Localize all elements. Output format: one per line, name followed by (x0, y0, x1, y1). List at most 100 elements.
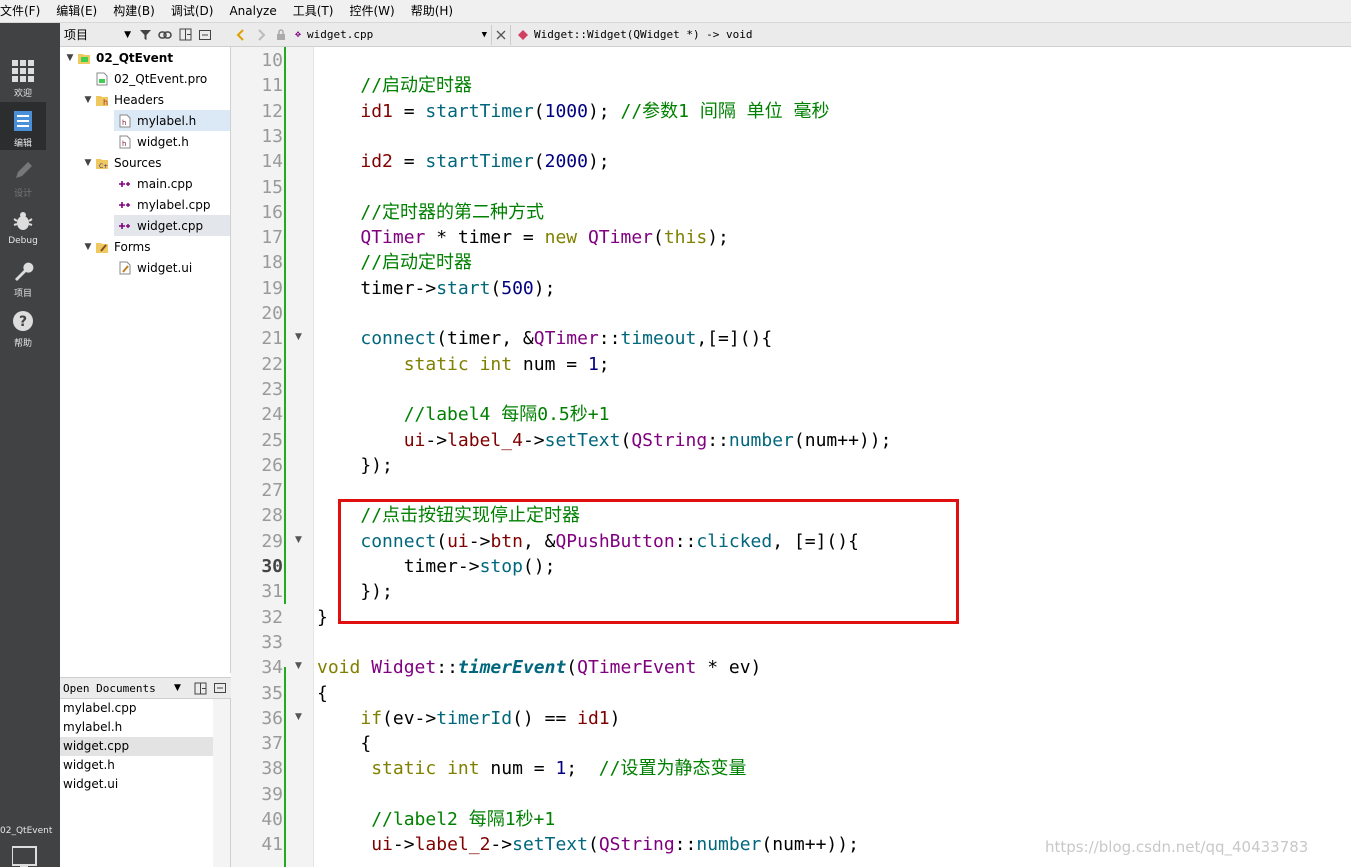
tree-item-mylabel-cpp[interactable]: mylabel.cpp (114, 194, 230, 215)
symbol-combo[interactable]: Widget::Widget(QWidget *) -> void (511, 28, 753, 41)
code-line[interactable]: //label2 每隔1秒+1 (317, 807, 555, 832)
open-document-item[interactable]: mylabel.h (60, 718, 213, 737)
tree-item-main-cpp[interactable]: main.cpp (114, 173, 230, 194)
code-line[interactable]: { (317, 731, 371, 756)
code-line[interactable]: //label4 每隔0.5秒+1 (317, 402, 610, 427)
code-line[interactable]: //启动定时器 (317, 250, 472, 275)
menu-item-2[interactable]: 构建(B) (105, 0, 163, 23)
fold-arrow-icon[interactable]: ▼ (295, 332, 302, 342)
menu-item-4[interactable]: Analyze (221, 0, 284, 23)
open-document-item[interactable]: widget.h (60, 756, 213, 775)
code-line[interactable]: static int num = 1; //设置为静态变量 (317, 756, 746, 781)
fold-arrow-icon[interactable]: ▼ (295, 661, 302, 671)
code-line[interactable]: //点击按钮实现停止定时器 (317, 503, 580, 528)
close-pane-icon[interactable] (195, 25, 215, 45)
split-icon[interactable] (190, 678, 210, 698)
code-token: //设置为静态变量 (598, 758, 747, 780)
menu-item-3[interactable]: 调试(D) (163, 0, 222, 23)
fold-arrow-icon[interactable]: ▼ (295, 535, 302, 545)
filter-icon[interactable] (135, 25, 155, 45)
editor-toolbar: ✥ widget.cpp ▼ Widget::Widget(QWidget *)… (231, 23, 1351, 47)
expand-arrow-icon[interactable]: ▼ (63, 53, 77, 63)
code-line[interactable]: ui->label_4->setText(QString::number(num… (317, 428, 892, 453)
code-line[interactable]: if(ev->timerId() == id1) (317, 706, 620, 731)
code-line[interactable]: ui->label_2->setText(QString::number(num… (317, 832, 859, 857)
code-line[interactable]: connect(timer, &QTimer::timeout,[=](){ (317, 326, 772, 351)
expand-arrow-icon[interactable]: ▼ (81, 95, 95, 105)
mode-projects-button[interactable]: 项目 (0, 252, 46, 300)
qt-project-icon (77, 51, 91, 65)
lock-icon[interactable] (271, 25, 291, 45)
code-token: startTimer (425, 151, 534, 173)
open-documents-scrollbar[interactable] (213, 699, 230, 867)
open-document-item[interactable]: widget.cpp (60, 737, 213, 756)
code-line[interactable]: timer->stop(); (317, 554, 556, 579)
menu-item-5[interactable]: 工具(T) (285, 0, 342, 23)
code-token: QPushButton (555, 530, 675, 552)
menu-item-0[interactable]: 文件(F) (0, 0, 48, 23)
expand-arrow-icon[interactable]: ▼ (81, 242, 95, 252)
code-line[interactable]: }); (317, 453, 393, 478)
tree-item-sources[interactable]: ▼ C+ Sources (60, 152, 230, 173)
line-number: 40 (261, 809, 283, 830)
link-icon[interactable] (155, 25, 175, 45)
open-document-item[interactable]: widget.ui (60, 775, 213, 794)
code-line[interactable]: static int num = 1; (317, 352, 610, 377)
code-line[interactable]: id1 = startTimer(1000); //参数1 间隔 单位 毫秒 (317, 99, 829, 124)
open-document-item[interactable]: mylabel.cpp (60, 699, 213, 718)
cpp-file-icon (118, 219, 132, 233)
split-icon[interactable] (175, 25, 195, 45)
code-token: setText (512, 834, 588, 856)
fold-arrow-icon[interactable]: ▼ (295, 712, 302, 722)
code-token: btn (490, 530, 523, 552)
tree-item-mylabel-h[interactable]: h mylabel.h (114, 110, 230, 131)
combo-down-arrow-icon: ▼ (124, 29, 131, 40)
code-line[interactable]: void Widget::timerEvent(QTimerEvent * ev… (317, 655, 761, 680)
menu-item-1[interactable]: 编辑(E) (48, 0, 105, 23)
kit-selector-label[interactable]: 02_QtEvent (0, 826, 60, 836)
tree-item-02-qtevent[interactable]: ▼ 02_QtEvent (60, 47, 230, 68)
expand-arrow-icon[interactable]: ▼ (81, 158, 95, 168)
code-editor[interactable]: //启动定时器 id1 = startTimer(1000); //参数1 间隔… (314, 47, 1351, 867)
back-arrow-icon[interactable] (231, 25, 251, 45)
code-line[interactable]: //定时器的第二种方式 (317, 200, 544, 225)
code-line[interactable]: }); (317, 579, 393, 604)
tree-item-forms[interactable]: ▼ Forms (60, 236, 230, 257)
code-line[interactable]: id2 = startTimer(2000); (317, 149, 609, 174)
code-line[interactable]: { (317, 681, 328, 706)
line-number-gutter[interactable]: 10 11 12 13 14 15 16 17 18 19 20 21 ▼ 22 23 24 25 26 27 28 2… (231, 47, 314, 867)
tree-item-label: mylabel.cpp (137, 197, 211, 212)
mode-design-button[interactable]: 设计 (0, 152, 46, 200)
menu-item-6[interactable]: 控件(W) (341, 0, 402, 23)
forward-arrow-icon[interactable] (251, 25, 271, 45)
monitor-icon[interactable] (12, 845, 44, 867)
code-token: stop (479, 556, 523, 577)
code-line[interactable]: timer->start(500); (317, 276, 555, 301)
code-line[interactable]: } (317, 605, 328, 630)
code-line[interactable]: connect(ui->btn, &QPushButton::clicked, … (317, 529, 859, 554)
close-file-icon[interactable] (491, 24, 511, 45)
tree-item-headers[interactable]: ▼ h Headers (60, 89, 230, 110)
project-view-combo[interactable]: 项目 ▼ (60, 25, 135, 45)
close-pane-icon[interactable] (210, 678, 230, 698)
code-line[interactable]: //启动定时器 (317, 73, 472, 98)
code-token: id2 (360, 151, 393, 173)
project-tree: ▼ 02_QtEvent 02_QtEvent.pro ▼ h Headers h mylab… (60, 47, 231, 673)
line-number: 10 (261, 50, 283, 71)
mode-welcome-button[interactable]: 欢迎 (0, 52, 46, 100)
menu-item-7[interactable]: 帮助(H) (403, 0, 461, 23)
line-number: 14 (261, 151, 283, 173)
mode-edit-button[interactable]: 编辑 (0, 102, 46, 150)
open-file-combo[interactable]: ✥ widget.cpp ▼ (291, 25, 491, 45)
open-documents-title[interactable]: Open Documents (60, 682, 174, 695)
tree-item-widget-cpp[interactable]: widget.cpp (114, 215, 230, 236)
tree-item-02-qtevent-pro[interactable]: 02_QtEvent.pro (60, 68, 230, 89)
code-line[interactable]: QTimer * timer = new QTimer(this); (317, 225, 729, 250)
mode-help-button[interactable]: ? 帮助 (0, 302, 46, 350)
tree-item-widget-h[interactable]: h widget.h (114, 131, 230, 152)
combo-down-arrow-icon[interactable]: ▼ (174, 683, 190, 693)
tree-item-widget-ui[interactable]: widget.ui (114, 257, 230, 278)
mode-debug-button[interactable]: Debug (0, 202, 46, 250)
current-symbol: Widget::Widget(QWidget *) -> void (534, 28, 753, 41)
code-token: QTimerEvent (577, 657, 697, 679)
